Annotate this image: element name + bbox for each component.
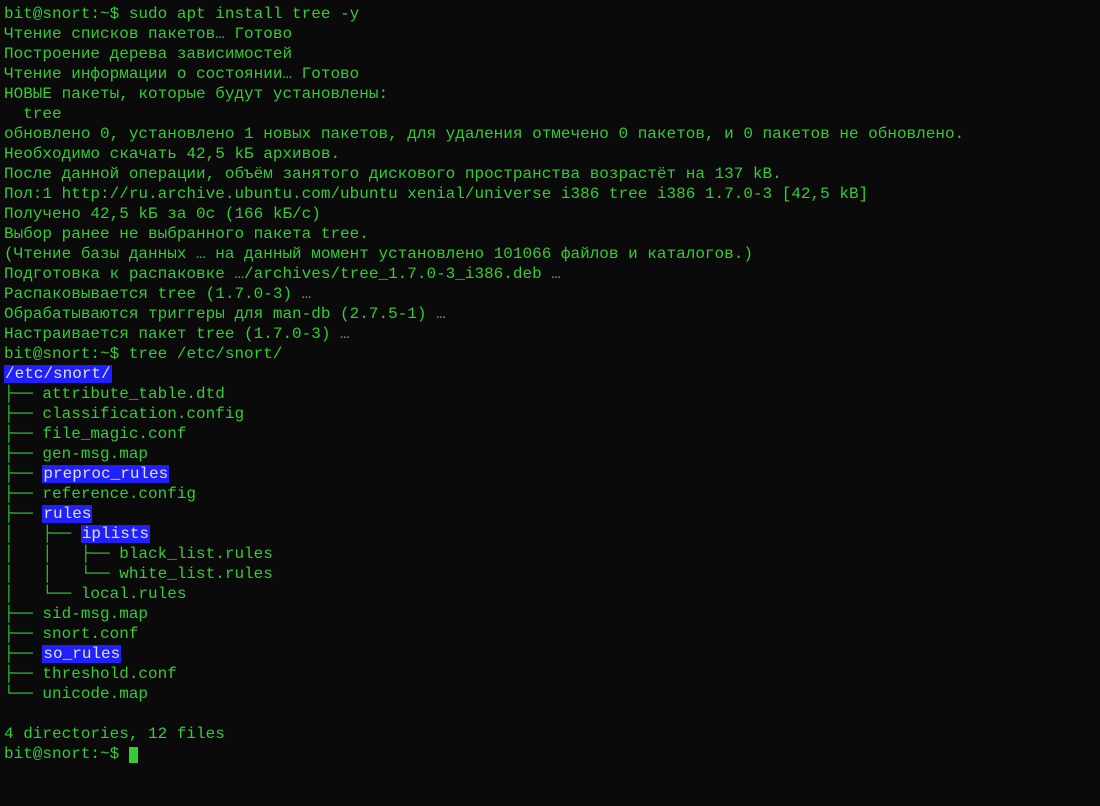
tree-file: classification.config [42,405,244,423]
terminal[interactable]: bit@snort:~$ sudo apt install tree -y Чт… [4,4,1096,764]
output-line: Чтение информации о состоянии… Готово [4,64,1096,84]
tree-line: ├── threshold.conf [4,664,1096,684]
tree-line: ├── reference.config [4,484,1096,504]
tree-file: local.rules [81,585,187,603]
tree-branch: ├── [4,465,42,483]
tree-dir: rules [42,505,92,523]
output-line: tree [4,104,1096,124]
tree-file: threshold.conf [42,665,176,683]
tree-file: white_list.rules [119,565,273,583]
tree-line: │ └── local.rules [4,584,1096,604]
output-line: (Чтение базы данных … на данный момент у… [4,244,1096,264]
tree-file: file_magic.conf [42,425,186,443]
tree-file: snort.conf [42,625,138,643]
command-2: tree /etc/snort/ [129,345,283,363]
tree-dir: so_rules [42,645,121,663]
tree-line: ├── attribute_table.dtd [4,384,1096,404]
output-line: Подготовка к распаковке …/archives/tree_… [4,264,1096,284]
prompt-line: bit@snort:~$ tree /etc/snort/ [4,344,1096,364]
tree-line: ├── snort.conf [4,624,1096,644]
output-line: Чтение списков пакетов… Готово [4,24,1096,44]
tree-branch: ├── [4,645,42,663]
tree-branch: ├── [4,605,42,623]
output-line: Пол:1 http://ru.archive.ubuntu.com/ubunt… [4,184,1096,204]
tree-branch: └── [4,685,42,703]
tree-file: attribute_table.dtd [42,385,224,403]
tree-branch: ├── [4,425,42,443]
blank-line [4,704,1096,724]
tree-file: reference.config [42,485,196,503]
tree-branch: ├── [4,405,42,423]
command-1: sudo apt install tree -y [129,5,359,23]
tree-branch: ├── [4,385,42,403]
output-line: обновлено 0, установлено 1 новых пакетов… [4,124,1096,144]
tree-branch: ├── [4,445,42,463]
tree-line: │ │ ├── black_list.rules [4,544,1096,564]
tree-line: ├── file_magic.conf [4,424,1096,444]
tree-line: ├── rules [4,504,1096,524]
tree-line: ├── so_rules [4,644,1096,664]
output-line: Необходимо скачать 42,5 kБ архивов. [4,144,1096,164]
tree-branch: │ └── [4,585,81,603]
output-line: После данной операции, объём занятого ди… [4,164,1096,184]
prompt-sep: :~$ [90,745,128,763]
tree-branch: │ ├── [4,525,81,543]
tree-branch: ├── [4,485,42,503]
tree-file: gen-msg.map [42,445,148,463]
tree-file: sid-msg.map [42,605,148,623]
tree-summary: 4 directories, 12 files [4,724,1096,744]
tree-file: black_list.rules [119,545,273,563]
tree-root: /etc/snort/ [4,364,1096,384]
tree-line: ├── gen-msg.map [4,444,1096,464]
output-line: Получено 42,5 kБ за 0с (166 kБ/c) [4,204,1096,224]
prompt-host: bit@snort [4,745,90,763]
cursor [129,747,138,763]
tree-branch: ├── [4,665,42,683]
output-line: Выбор ранее не выбранного пакета tree. [4,224,1096,244]
tree-branch: ├── [4,625,42,643]
output-line: Обрабатываются триггеры для man-db (2.7.… [4,304,1096,324]
tree-file: unicode.map [42,685,148,703]
tree-branch: │ │ ├── [4,545,119,563]
tree-dir: preproc_rules [42,465,169,483]
prompt-host: bit@snort [4,5,90,23]
tree-branch: ├── [4,505,42,523]
tree-dir: iplists [81,525,150,543]
prompt-host: bit@snort [4,345,90,363]
prompt-sep: :~$ [90,5,128,23]
prompt-line: bit@snort:~$ sudo apt install tree -y [4,4,1096,24]
output-line: Настраивается пакет tree (1.7.0-3) … [4,324,1096,344]
output-line: Построение дерева зависимостей [4,44,1096,64]
tree-line: ├── classification.config [4,404,1096,424]
tree-line: └── unicode.map [4,684,1096,704]
output-line: Распаковывается tree (1.7.0-3) … [4,284,1096,304]
tree-line: │ │ └── white_list.rules [4,564,1096,584]
output-line: НОВЫЕ пакеты, которые будут установлены: [4,84,1096,104]
prompt-sep: :~$ [90,345,128,363]
prompt-line: bit@snort:~$ [4,744,1096,764]
tree-line: ├── sid-msg.map [4,604,1096,624]
tree-line: ├── preproc_rules [4,464,1096,484]
dir-root: /etc/snort/ [4,365,112,383]
tree-branch: │ │ └── [4,565,119,583]
tree-line: │ ├── iplists [4,524,1096,544]
